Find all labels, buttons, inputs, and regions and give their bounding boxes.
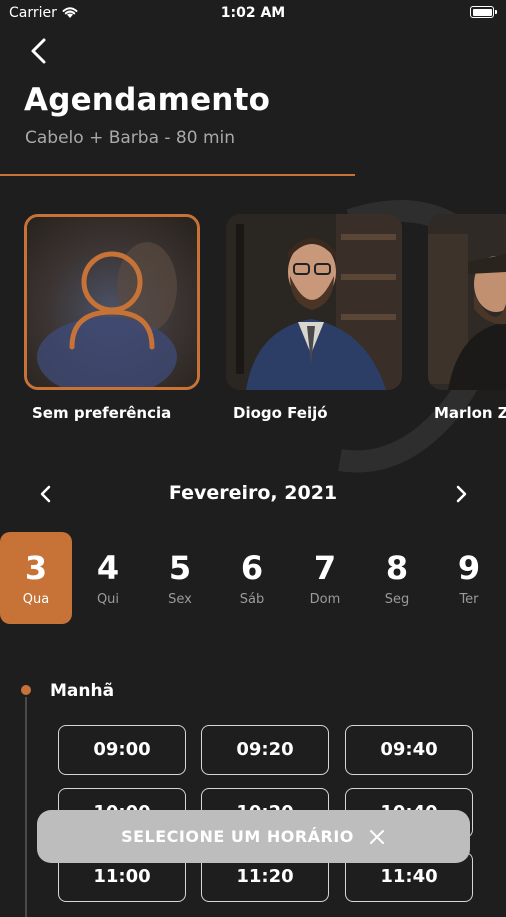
professional-card-no-preference[interactable] [24, 214, 200, 390]
professional-card-marlon[interactable] [428, 214, 506, 390]
toast-message: SELECIONE UM HORÁRIO [121, 827, 354, 846]
day-item-9[interactable]: 9 Ter [433, 532, 505, 624]
day-item-3[interactable]: 3 Qua [0, 532, 72, 624]
page-title: Agendamento [24, 82, 271, 118]
select-time-toast: SELECIONE UM HORÁRIO [37, 810, 470, 863]
status-bar: Carrier 1:02 AM [0, 0, 506, 28]
day-name: Seg [384, 592, 410, 607]
day-name: Ter [459, 592, 479, 607]
close-icon[interactable] [368, 828, 386, 846]
time-slot[interactable]: 09:00 [58, 725, 186, 775]
day-name: Sex [168, 592, 192, 607]
next-month-button[interactable] [447, 480, 475, 508]
time-slot[interactable]: 09:20 [201, 725, 329, 775]
service-subtitle: Cabelo + Barba - 80 min [25, 128, 236, 148]
marlon-photo [428, 214, 506, 390]
back-button[interactable] [24, 36, 54, 66]
professional-label-diogo: Diogo Feijó [233, 404, 328, 422]
day-name: Sáb [239, 592, 265, 607]
day-name: Qui [96, 592, 120, 607]
professional-label-marlon: Marlon Zi [434, 404, 506, 422]
timeline-dot [21, 685, 31, 695]
day-item-4[interactable]: 4 Qui [72, 532, 144, 624]
day-name: Qua [22, 592, 50, 607]
month-label: Fevereiro, 2021 [168, 482, 338, 504]
user-icon [69, 251, 155, 350]
period-label: Manhã [50, 681, 115, 701]
accent-divider [0, 174, 355, 176]
day-number: 5 [168, 549, 192, 587]
day-number: 3 [24, 549, 48, 587]
professional-card-diogo[interactable] [226, 214, 402, 390]
day-item-8[interactable]: 8 Seg [361, 532, 433, 624]
diogo-photo [226, 214, 402, 390]
day-number: 7 [313, 549, 337, 587]
professional-label-no-preference: Sem preferência [32, 404, 172, 422]
day-item-6[interactable]: 6 Sáb [216, 532, 288, 624]
day-item-5[interactable]: 5 Sex [144, 532, 216, 624]
day-number: 4 [96, 549, 120, 587]
timeline-line [25, 697, 27, 917]
day-number: 6 [240, 549, 264, 587]
battery-icon [470, 6, 497, 18]
day-name: Dom [309, 592, 341, 607]
day-item-7[interactable]: 7 Dom [289, 532, 361, 624]
day-number: 9 [457, 549, 481, 587]
day-number: 8 [385, 549, 409, 587]
clock: 1:02 AM [220, 5, 286, 21]
time-slot[interactable]: 09:40 [345, 725, 473, 775]
